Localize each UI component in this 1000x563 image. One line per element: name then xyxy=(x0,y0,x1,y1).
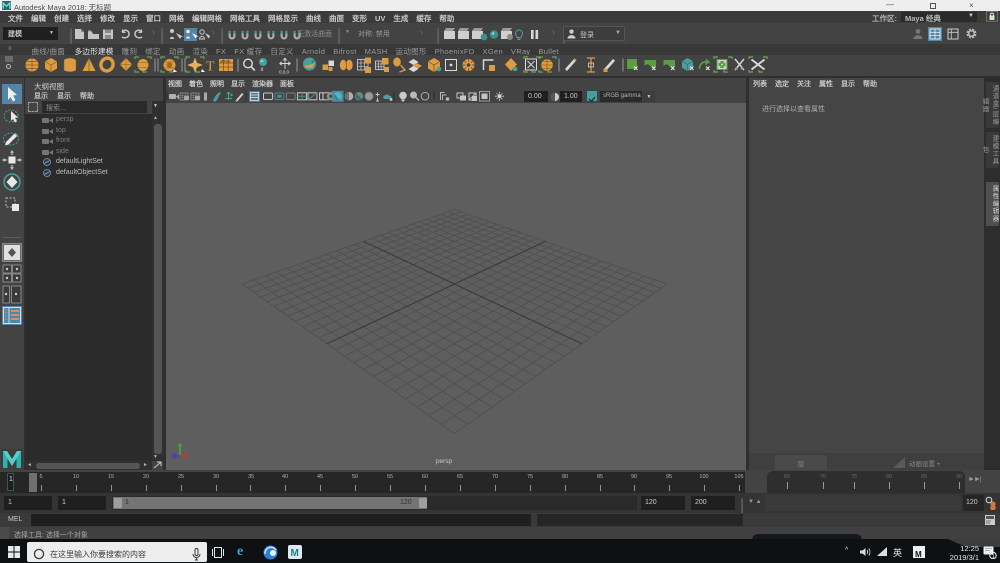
svg-text:x: x xyxy=(261,67,264,73)
svg-text:MASH: MASH xyxy=(221,59,231,63)
svg-text:T: T xyxy=(206,60,215,75)
svg-text:0,0,0: 0,0,0 xyxy=(279,70,290,75)
svg-text:1: 1 xyxy=(992,554,995,559)
